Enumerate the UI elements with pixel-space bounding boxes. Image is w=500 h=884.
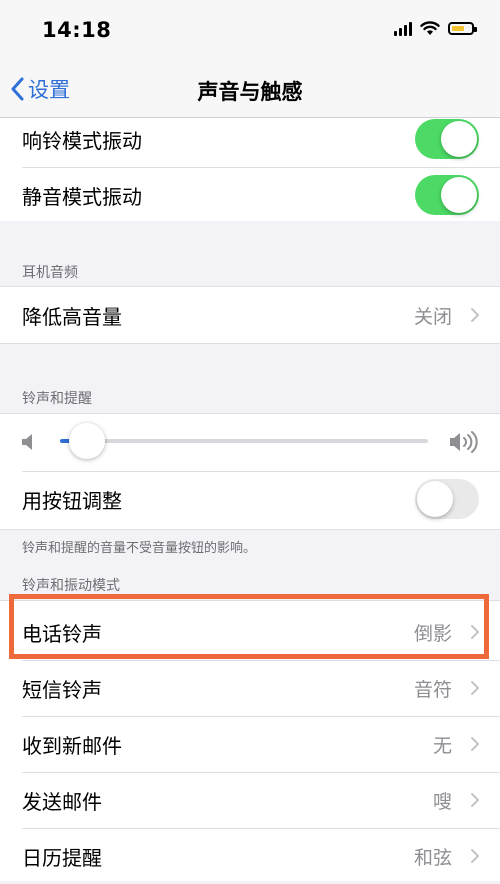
chevron-right-icon [471,849,479,863]
chevron-right-icon [471,737,479,751]
toggle-knob [441,121,477,157]
calendar-alerts-row[interactable]: 日历提醒 和弦 [0,828,500,884]
new-mail-label: 收到新邮件 [22,733,122,758]
chevron-right-icon [471,308,479,322]
status-icons [394,20,477,36]
ring-vibrate-toggle[interactable] [415,119,479,159]
headphone-audio-header: 耳机音频 [22,265,78,281]
page-title: 声音与触感 [197,80,303,104]
calendar-alerts-value: 和弦 [413,846,452,869]
reduce-loud-value: 关闭 [413,305,452,328]
ringtone-row[interactable]: 电话铃声 倒影 [0,604,500,660]
change-with-buttons-toggle[interactable] [415,479,479,519]
ring-vibrate-label: 响铃模式振动 [22,128,142,153]
sounds-patterns-header: 铃声和振动模式 [22,578,120,594]
chevron-right-icon [471,681,479,695]
volume-slider[interactable] [60,423,428,459]
speaker-high-icon [450,431,478,453]
ringer-alerts-footer: 铃声和提醒的音量不受音量按钮的影响。 [22,541,257,556]
silent-vibrate-toggle[interactable] [415,175,479,215]
headphone-audio-group: 降低高音量 关闭 [0,286,500,344]
sent-mail-label: 发送邮件 [22,789,102,814]
ringer-alerts-header: 铃声和提醒 [22,391,92,407]
toggle-knob [417,481,453,517]
chevron-right-icon [471,793,479,807]
text-tone-value: 音符 [413,678,452,701]
calendar-alerts-label: 日历提醒 [22,845,102,870]
new-mail-row[interactable]: 收到新邮件 无 [0,716,500,772]
text-tone-label: 短信铃声 [22,677,102,702]
toggle-knob [441,177,477,213]
sent-mail-value: 嗖 [432,790,452,813]
status-time: 14:18 [42,18,112,42]
reduce-loud-row[interactable]: 降低高音量 关闭 [0,287,500,343]
silent-vibrate-row: 静音模式振动 [0,167,500,223]
ring-vibrate-row: 响铃模式振动 [0,111,500,167]
status-bar: 14:18 [0,0,500,60]
navigation-bar: 设置 声音与触感 [0,60,500,118]
wifi-icon [420,21,440,35]
text-tone-row[interactable]: 短信铃声 音符 [0,660,500,716]
chevron-right-icon [471,625,479,639]
ringtone-label: 电话铃声 [22,621,102,646]
change-with-buttons-label: 用按钮调整 [22,488,122,513]
battery-icon [448,21,477,35]
signal-icon [394,20,412,36]
ringtone-value: 倒影 [413,622,452,645]
vibration-group: 响铃模式振动 静音模式振动 [0,118,500,221]
new-mail-value: 无 [432,734,452,757]
volume-slider-thumb[interactable] [69,423,106,459]
sent-mail-row[interactable]: 发送邮件 嗖 [0,772,500,828]
sounds-patterns-group: 电话铃声 倒影 短信铃声 音符 收到新邮件 无 发送邮件 嗖 日历提醒 和弦 [0,600,500,881]
reduce-loud-label: 降低高音量 [22,304,122,329]
change-with-buttons-row: 用按钮调整 [0,471,500,527]
speaker-low-icon [22,434,32,450]
silent-vibrate-label: 静音模式振动 [22,184,142,209]
